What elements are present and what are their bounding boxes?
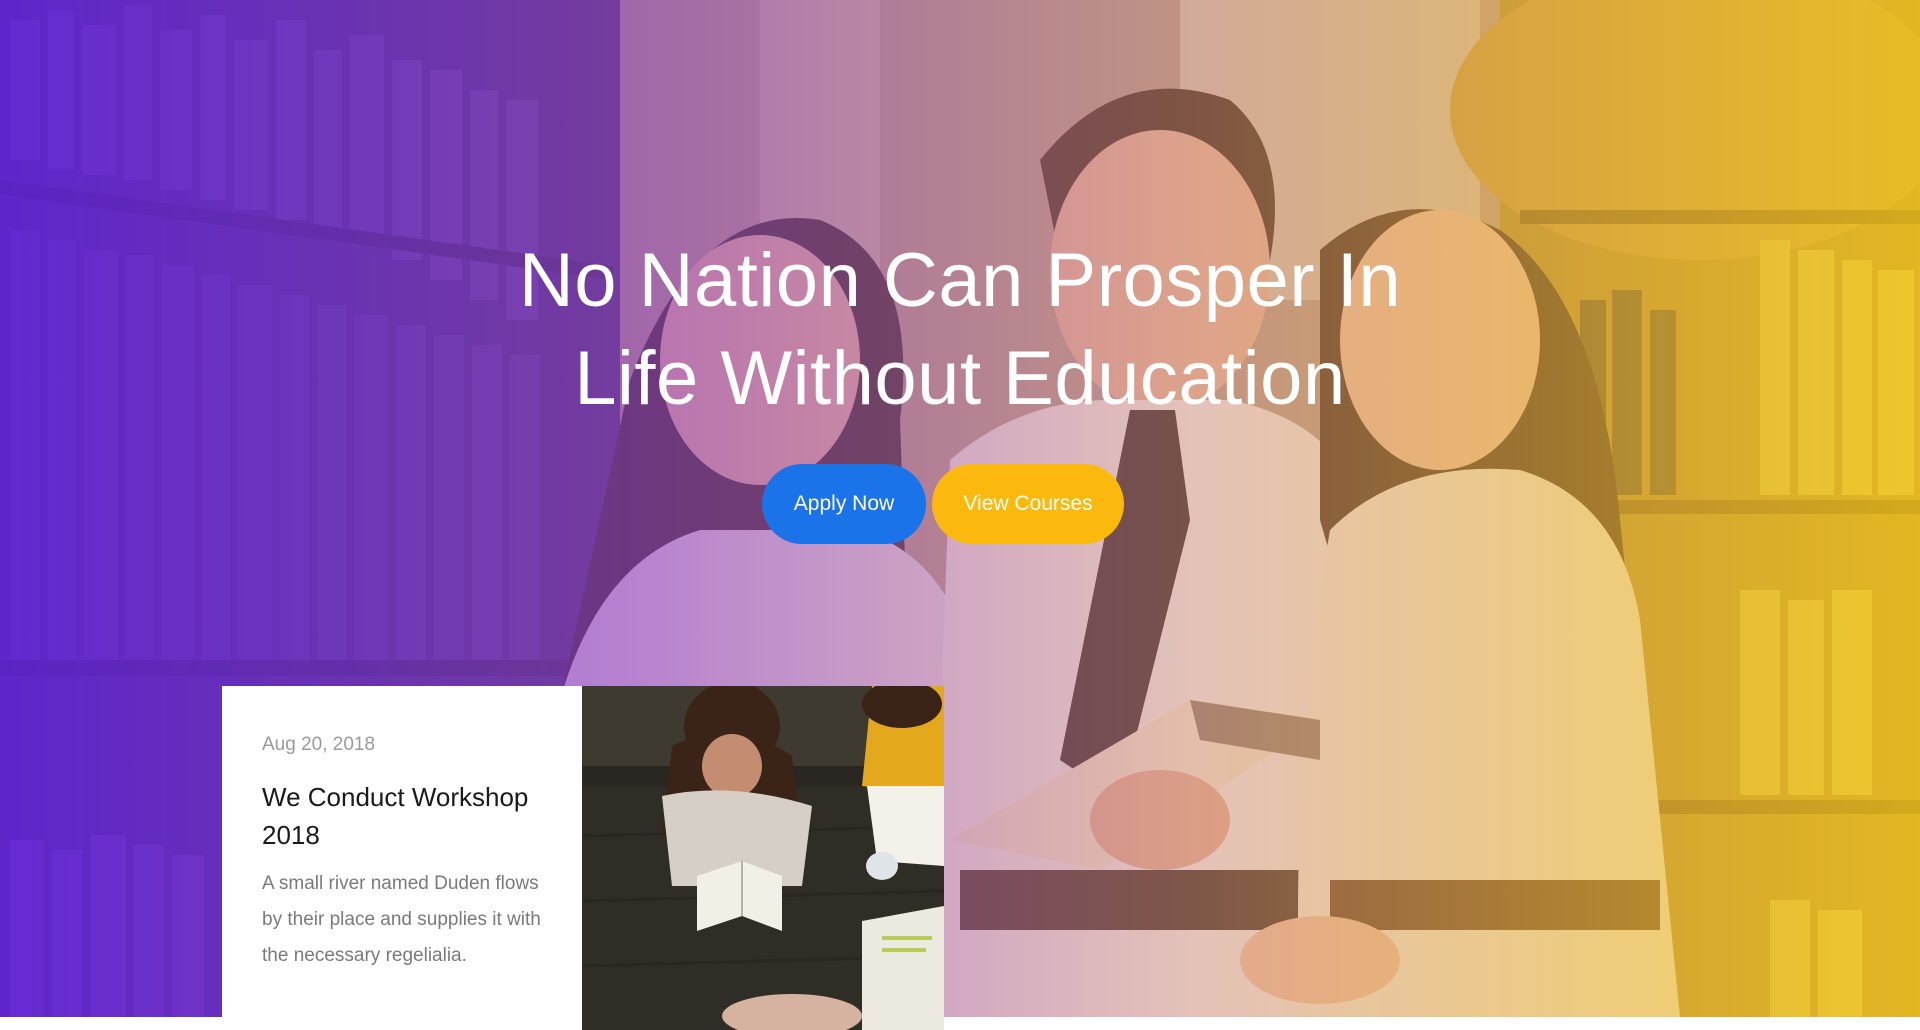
- hero-title-line-1: No Nation Can Prosper In: [518, 238, 1402, 323]
- post-image[interactable]: [582, 686, 944, 1030]
- hero-title-line-2: Life Without Education: [574, 336, 1346, 421]
- apply-now-button[interactable]: Apply Now: [762, 464, 926, 544]
- blog-post-text: Aug 20, 2018 We Conduct Workshop 2018 A …: [222, 686, 582, 1030]
- post-date: Aug 20, 2018: [262, 734, 376, 755]
- students-reading-photo-icon: [582, 686, 944, 1030]
- post-excerpt: A small river named Duden flows by their…: [262, 873, 541, 966]
- hero-title: No Nation Can Prosper In Life Without Ed…: [410, 232, 1510, 428]
- view-courses-button[interactable]: View Courses: [932, 464, 1124, 544]
- page: No Nation Can Prosper In Life Without Ed…: [0, 0, 1920, 1030]
- post-title[interactable]: We Conduct Workshop 2018: [262, 778, 552, 854]
- blog-post-card[interactable]: Aug 20, 2018 We Conduct Workshop 2018 A …: [222, 686, 944, 1030]
